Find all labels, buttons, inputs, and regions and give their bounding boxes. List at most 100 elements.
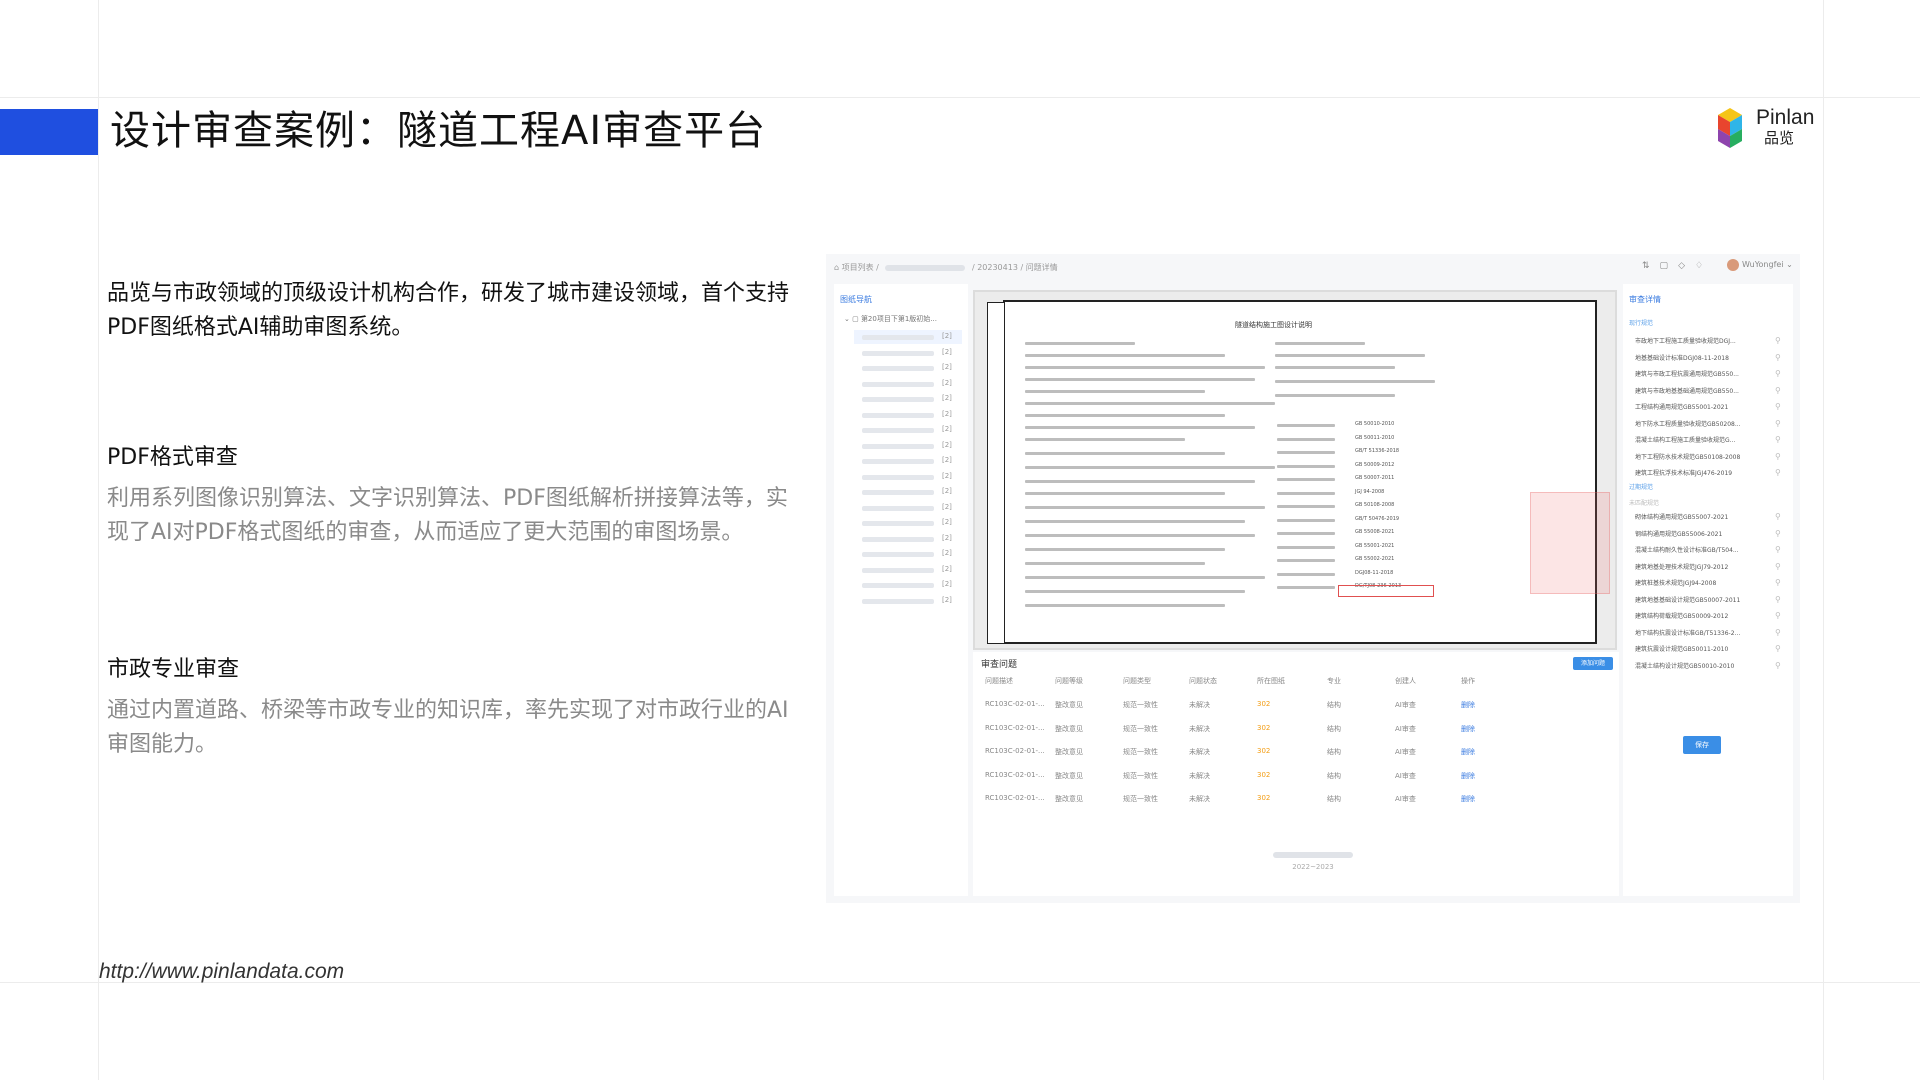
standard-list-item[interactable]: 建筑地基基础设计规范GB50007-2011 ⚲ <box>1635 595 1785 609</box>
standard-list-item[interactable]: 砌体结构通用规范GB55007-2021 ⚲ <box>1635 512 1785 526</box>
location-pin-icon[interactable]: ⚲ <box>1775 512 1781 521</box>
location-pin-icon[interactable]: ⚲ <box>1775 578 1781 587</box>
drawing-nav-item[interactable]: [2] <box>854 547 962 561</box>
location-pin-icon[interactable]: ⚲ <box>1775 529 1781 538</box>
approval-stamp <box>1530 492 1610 594</box>
table-row[interactable]: RC103C-02-01-... 整改意见 规范一致性 未解决 302 结构 AI审查 删除 <box>973 769 1619 783</box>
standard-list-item[interactable]: 工程结构通用规范GB55001-2021 ⚲ <box>1635 402 1785 416</box>
issues-column-header: 创建人 <box>1395 677 1416 685</box>
drawing-nav-item[interactable]: [2] <box>854 454 962 468</box>
drawing-nav-item[interactable]: [2] <box>854 516 962 530</box>
user-name[interactable]: WuYongfei ⌄ <box>1742 260 1793 269</box>
location-pin-icon[interactable]: ⚲ <box>1775 611 1781 620</box>
location-pin-icon[interactable]: ⚲ <box>1775 353 1781 362</box>
delete-issue-link[interactable]: 删除 <box>1461 700 1475 710</box>
delete-issue-link[interactable]: 删除 <box>1461 794 1475 804</box>
location-pin-icon[interactable]: ⚲ <box>1775 562 1781 571</box>
location-pin-icon[interactable]: ⚲ <box>1775 661 1781 670</box>
drawing-nav-item[interactable]: [2] <box>854 408 962 422</box>
drawing-nav-item[interactable]: [2] <box>854 501 962 515</box>
drawing-viewer[interactable]: 隧道结构施工图设计说明 GB 50010-2010 GB 50011-2010 GB… <box>973 290 1617 650</box>
table-cell[interactable]: 302 <box>1257 794 1270 802</box>
standard-list-item[interactable]: 建筑结构荷载规范GB50009-2012 ⚲ <box>1635 611 1785 625</box>
standard-name-line <box>1277 451 1335 454</box>
table-row[interactable]: RC103C-02-01-... 整改意见 规范一致性 未解决 302 结构 AI审查 删除 <box>973 722 1619 736</box>
breadcrumb-date[interactable]: 20230413 <box>977 263 1018 272</box>
table-row[interactable]: RC103C-02-01-... 整改意见 规范一致性 未解决 302 结构 AI审查 删除 <box>973 698 1619 712</box>
standard-list-item[interactable]: 地基基础设计标准DGJ08-11-2018 ⚲ <box>1635 353 1785 367</box>
standard-list-item[interactable]: 市政地下工程施工质量验收规范DGJ... ⚲ <box>1635 336 1785 350</box>
standard-list-item[interactable]: 建筑工程抗浮技术标准JGJ476-2019 ⚲ <box>1635 468 1785 482</box>
drawing-nav-item[interactable]: [2] <box>854 470 962 484</box>
standard-list-item[interactable]: 建筑与市政工程抗震通用规范GB550... ⚲ <box>1635 369 1785 383</box>
message-icon[interactable]: ▢ <box>1660 261 1679 271</box>
table-cell: AI审查 <box>1395 724 1416 733</box>
location-pin-icon[interactable]: ⚲ <box>1775 644 1781 653</box>
location-pin-icon[interactable]: ⚲ <box>1775 386 1781 395</box>
table-cell: 规范一致性 <box>1123 795 1158 803</box>
add-issue-button[interactable]: 添加问题 <box>1573 657 1613 670</box>
location-pin-icon[interactable]: ⚲ <box>1775 452 1781 461</box>
table-cell[interactable]: 302 <box>1257 724 1270 732</box>
drawing-nav-item[interactable]: [2] <box>854 330 962 344</box>
standard-list-item[interactable]: 钢结构通用规范GB55006-2021 ⚲ <box>1635 529 1785 543</box>
drawing-nav-item[interactable]: [2] <box>854 377 962 391</box>
location-pin-icon[interactable]: ⚲ <box>1775 419 1781 428</box>
location-pin-icon[interactable]: ⚲ <box>1775 595 1781 604</box>
standard-list-item[interactable]: 混凝土结构工程施工质量验收规范G... ⚲ <box>1635 435 1785 449</box>
avatar[interactable] <box>1727 259 1739 271</box>
location-pin-icon[interactable]: ⚲ <box>1775 402 1781 411</box>
table-cell: 结构 <box>1327 701 1341 709</box>
drawing-nav-item[interactable]: [2] <box>854 346 962 360</box>
drawing-nav-item[interactable]: [2] <box>854 423 962 437</box>
delete-issue-link[interactable]: 删除 <box>1461 771 1475 781</box>
highlighted-issue-box[interactable] <box>1338 585 1434 597</box>
standard-name-line <box>1277 464 1335 468</box>
bell-icon[interactable]: ♢ <box>1695 261 1713 271</box>
location-pin-icon[interactable]: ⚲ <box>1775 545 1781 554</box>
guide-line-right <box>1823 0 1824 1080</box>
standard-list-item[interactable]: 混凝土结构耐久性设计标准GB/T504... ⚲ <box>1635 545 1785 559</box>
drawing-nav-item[interactable]: [2] <box>854 439 962 453</box>
footer-url[interactable]: http://www.pinlandata.com <box>99 957 344 987</box>
standard-list-label: 地下工程防水技术规范GB50108-2008 <box>1635 453 1741 461</box>
standard-list-item[interactable]: 建筑抗震设计规范GB50011-2010 ⚲ <box>1635 644 1785 658</box>
location-pin-icon[interactable]: ⚲ <box>1775 628 1781 637</box>
standard-list-label: 建筑结构荷载规范GB50009-2012 <box>1635 613 1729 620</box>
table-row[interactable]: RC103C-02-01-... 整改意见 规范一致性 未解决 302 结构 AI审查 删除 <box>973 792 1619 806</box>
drawing-nav-item[interactable]: [2] <box>854 392 962 406</box>
standard-list-item[interactable]: 建筑地基处理技术规范JGJ79-2012 ⚲ <box>1635 562 1785 576</box>
table-cell[interactable]: 302 <box>1257 700 1270 708</box>
breadcrumb-project-list[interactable]: 项目列表 <box>842 263 874 272</box>
location-pin-icon[interactable]: ⚲ <box>1775 336 1781 345</box>
location-pin-icon[interactable]: ⚲ <box>1775 435 1781 444</box>
standard-list-item[interactable]: 建筑与市政地基基础通用规范GB550... ⚲ <box>1635 386 1785 400</box>
standard-name-line <box>1277 478 1335 481</box>
shield-icon[interactable]: ◇ <box>1678 261 1695 271</box>
drawing-nav-item[interactable]: [2] <box>854 594 962 608</box>
pinlan-logo: Pinlan 品览 <box>1708 104 1878 150</box>
save-button[interactable]: 保存 <box>1683 736 1721 754</box>
location-pin-icon[interactable]: ⚲ <box>1775 468 1781 477</box>
table-cell: 规范一致性 <box>1123 724 1158 733</box>
location-pin-icon[interactable]: ⚲ <box>1775 369 1781 378</box>
drawing-nav-item[interactable]: [2] <box>854 578 962 592</box>
table-row[interactable]: RC103C-02-01-... 整改意见 规范一致性 未解决 302 结构 AI审查 删除 <box>973 745 1619 759</box>
standard-list-item[interactable]: 地下工程防水技术规范GB50108-2008 ⚲ <box>1635 452 1785 466</box>
table-cell[interactable]: 302 <box>1257 747 1270 755</box>
standard-list-item[interactable]: 地下结构抗震设计标准GB/T51336-2... ⚲ <box>1635 628 1785 642</box>
issues-column-header: 专业 <box>1327 677 1341 685</box>
drawing-nav-item[interactable]: [2] <box>854 532 962 546</box>
standard-list-item[interactable]: 建筑桩基技术规范JGJ94-2008 ⚲ <box>1635 578 1785 592</box>
translate-icon[interactable]: ⇅ <box>1642 261 1660 271</box>
table-cell: RC103C-02-01-... <box>985 794 1045 802</box>
table-cell[interactable]: 302 <box>1257 771 1270 779</box>
delete-issue-link[interactable]: 删除 <box>1461 724 1475 734</box>
drawing-nav-item[interactable]: [2] <box>854 485 962 499</box>
drawing-nav-item[interactable]: [2] <box>854 361 962 375</box>
drawing-nav-item[interactable]: [2] <box>854 563 962 577</box>
drawing-tree-root[interactable]: ⌄ ▢ 第20项目下第1版初始... <box>844 314 937 324</box>
standard-list-item[interactable]: 混凝土结构设计规范GB50010-2010 ⚲ <box>1635 661 1785 675</box>
standard-list-item[interactable]: 地下防水工程质量验收规范GB50208... ⚲ <box>1635 419 1785 433</box>
delete-issue-link[interactable]: 删除 <box>1461 747 1475 757</box>
